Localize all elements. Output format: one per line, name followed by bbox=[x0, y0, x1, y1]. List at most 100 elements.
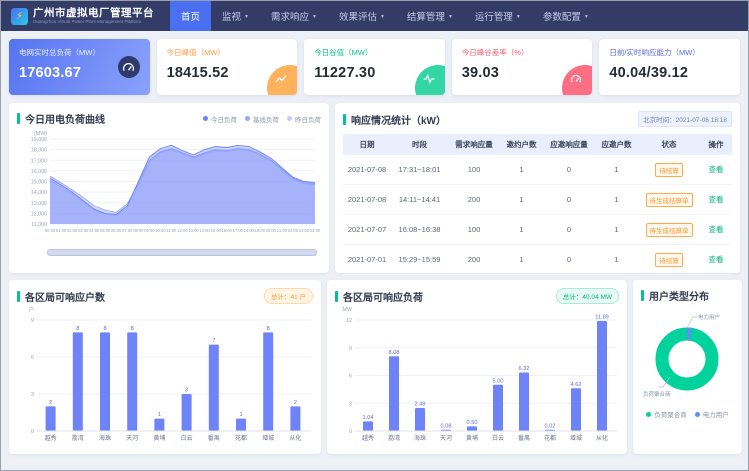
svg-text:09:00: 09:00 bbox=[144, 228, 155, 233]
nav-item-label: 参数配置 bbox=[543, 9, 581, 23]
svg-text:0.02: 0.02 bbox=[545, 423, 556, 429]
legend-item-baseline[interactable]: 基线负荷 bbox=[245, 114, 279, 124]
main-menu: 首页 监视 ▼ 需求响应 ▼ 效果评估 ▼ 结算管理 ▼ 运行管理 ▼ bbox=[170, 1, 600, 31]
view-link[interactable]: 查看 bbox=[709, 225, 724, 234]
svg-text:电力用户: 电力用户 bbox=[698, 313, 720, 321]
svg-text:海珠: 海珠 bbox=[414, 434, 426, 442]
table-row: 2021-07-07 16:08~16:38 100 1 0 1 待生成结算单 … bbox=[343, 215, 732, 245]
nav-item-parameters[interactable]: 参数配置 ▼ bbox=[532, 1, 600, 31]
card-header: 响应情况统计（kW） 北京时间：2021-07-08 18:18 bbox=[343, 111, 732, 127]
kpi-row: 电网实时总负荷（MW） 17603.67 今日峰值（MW） 18415.52 今… bbox=[9, 39, 740, 95]
chart-zoom-scrollbar[interactable] bbox=[47, 249, 317, 256]
col-responded: 应邀户数 bbox=[595, 134, 638, 155]
nav-item-effect-evaluation[interactable]: 效果评估 ▼ bbox=[328, 1, 396, 31]
legend-item-power-user[interactable]: 电力用户 bbox=[695, 409, 729, 419]
cell-period: 15:29~15:59 bbox=[391, 245, 448, 275]
app-window: ⚡ 广州市虚拟电厂管理平台 Guangzhou Virtual Power Pl… bbox=[0, 0, 749, 471]
cell-response: 0 bbox=[543, 185, 595, 215]
svg-text:8: 8 bbox=[267, 326, 270, 332]
kpi-card-today-peak: 今日峰值（MW） 18415.52 bbox=[157, 39, 298, 95]
svg-text:荔湾: 荔湾 bbox=[72, 434, 84, 442]
nav-item-label: 效果评估 bbox=[339, 9, 377, 23]
svg-text:黄埔: 黄埔 bbox=[466, 434, 478, 442]
gauge-icon bbox=[118, 56, 140, 78]
response-stats-title: 响应情况统计（kW） bbox=[351, 112, 446, 127]
svg-text:06:00: 06:00 bbox=[111, 228, 122, 233]
cell-responded: 1 bbox=[595, 245, 638, 275]
cell-responded: 1 bbox=[595, 215, 638, 245]
svg-text:花都: 花都 bbox=[544, 434, 556, 442]
load-curve-legend: 今日负荷 基线负荷 昨日负荷 bbox=[203, 114, 321, 124]
svg-text:17:00: 17:00 bbox=[233, 228, 244, 233]
svg-text:3: 3 bbox=[31, 392, 34, 398]
svg-text:3: 3 bbox=[185, 388, 188, 394]
cell-period: 14:11~14:41 bbox=[391, 185, 448, 215]
cell-status: 待生成结算单 bbox=[638, 185, 700, 215]
svg-text:16:00: 16:00 bbox=[222, 228, 233, 233]
nav-item-label: 首页 bbox=[181, 9, 200, 23]
chevron-down-icon: ▼ bbox=[516, 14, 521, 20]
cell-status: 待结算 bbox=[638, 245, 700, 275]
svg-text:天河: 天河 bbox=[440, 434, 452, 442]
middle-row: 今日用电负荷曲线 今日负荷 基线负荷 昨日负荷 11,00012,00013,0… bbox=[9, 103, 740, 273]
chevron-down-icon: ▼ bbox=[312, 14, 317, 20]
svg-text:8.08: 8.08 bbox=[389, 350, 400, 356]
table-row: 2021-07-08 14:11~14:41 200 1 0 1 待生成结算单 … bbox=[343, 185, 732, 215]
title-accent-bar bbox=[335, 291, 338, 302]
svg-text:4.62: 4.62 bbox=[571, 382, 582, 388]
kpi-value: 40.04/39.12 bbox=[609, 65, 730, 81]
cell-responded: 1 bbox=[595, 155, 638, 185]
svg-text:1: 1 bbox=[158, 412, 161, 418]
svg-text:17,000: 17,000 bbox=[31, 158, 47, 164]
svg-text:9: 9 bbox=[31, 318, 34, 324]
svg-text:2: 2 bbox=[294, 400, 297, 406]
kpi-card-response-capacity: 日前/实时响应能力（MW） 40.04/39.12 bbox=[599, 39, 740, 95]
svg-text:1: 1 bbox=[239, 412, 242, 418]
nav-item-operation[interactable]: 运行管理 ▼ bbox=[464, 1, 532, 31]
nav-item-monitoring[interactable]: 监视 ▼ bbox=[211, 1, 260, 31]
nav-item-settlement[interactable]: 结算管理 ▼ bbox=[396, 1, 464, 31]
view-link[interactable]: 查看 bbox=[709, 195, 724, 204]
view-link[interactable]: 查看 bbox=[709, 165, 724, 174]
svg-text:天河: 天河 bbox=[126, 434, 138, 442]
status-badge: 待生成结算单 bbox=[646, 193, 693, 207]
response-table: 日期 时段 需求响应量 邀约户数 应邀响应量 应邀户数 状态 操作 2021-0… bbox=[343, 134, 732, 275]
chevron-down-icon: ▼ bbox=[584, 14, 589, 20]
cell-action: 查看 bbox=[700, 155, 732, 185]
svg-text:6: 6 bbox=[31, 355, 34, 361]
legend-label: 电力用户 bbox=[703, 409, 729, 419]
svg-text:从化: 从化 bbox=[289, 434, 301, 442]
user-type-legend: 负荷聚合商 电力用户 bbox=[641, 409, 734, 419]
svg-text:6.32: 6.32 bbox=[519, 366, 530, 372]
col-status: 状态 bbox=[638, 134, 700, 155]
cell-status: 待生成结算单 bbox=[638, 215, 700, 245]
nav-item-home[interactable]: 首页 bbox=[170, 1, 211, 31]
svg-text:海珠: 海珠 bbox=[99, 434, 111, 442]
svg-text:01:00: 01:00 bbox=[56, 228, 67, 233]
nav-item-demand-response[interactable]: 需求响应 ▼ bbox=[260, 1, 328, 31]
cell-period: 16:08~16:38 bbox=[391, 215, 448, 245]
district-users-card: 各区局可响应户数 总计：41 户 0369户2越秀8荔湾8海珠8天河1黄埔3白云… bbox=[9, 280, 321, 454]
top-navbar: ⚡ 广州市虚拟电厂管理平台 Guangzhou Virtual Power Pl… bbox=[1, 1, 748, 31]
svg-text:7: 7 bbox=[212, 338, 215, 344]
legend-dot-icon bbox=[245, 116, 250, 121]
svg-text:18,000: 18,000 bbox=[31, 148, 47, 154]
view-link[interactable]: 查看 bbox=[709, 255, 724, 264]
svg-text:越秀: 越秀 bbox=[45, 434, 57, 442]
status-badge: 待生成结算单 bbox=[646, 223, 693, 237]
user-type-donut-chart: 电力用户负荷聚合商 bbox=[641, 303, 734, 407]
kpi-card-peak-valley-rate: 今日峰谷差率（%） 39.03 bbox=[452, 39, 593, 95]
chevron-down-icon: ▼ bbox=[244, 14, 249, 20]
legend-item-today[interactable]: 今日负荷 bbox=[203, 114, 237, 124]
legend-item-yesterday[interactable]: 昨日负荷 bbox=[287, 114, 321, 124]
chevron-down-icon: ▼ bbox=[448, 14, 453, 20]
legend-item-aggregator[interactable]: 负荷聚合商 bbox=[646, 409, 687, 419]
svg-text:12:00: 12:00 bbox=[177, 228, 188, 233]
zoom-thumb[interactable] bbox=[47, 249, 317, 256]
cell-responded: 1 bbox=[595, 185, 638, 215]
table-row: 2021-07-01 15:29~15:59 200 1 0 1 待结算 查看 bbox=[343, 245, 732, 275]
app-title: 广州市虚拟电厂管理平台 bbox=[33, 8, 154, 19]
svg-text:越秀: 越秀 bbox=[362, 434, 374, 442]
title-accent-bar bbox=[343, 114, 346, 125]
title-accent-bar bbox=[17, 291, 20, 302]
